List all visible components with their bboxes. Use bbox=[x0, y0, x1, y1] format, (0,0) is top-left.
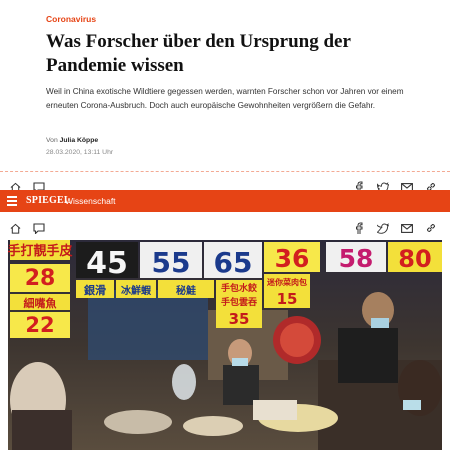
price-sign: 55 bbox=[140, 242, 202, 279]
price-sign: 手打靚手皮 bbox=[8, 240, 73, 260]
price-sign: 手包雲吞 bbox=[216, 294, 262, 308]
price-sign: 手包水餃 bbox=[216, 280, 262, 294]
sticky-navbar: SPIEGEL Wissenschaft bbox=[0, 190, 450, 212]
share-toolbar bbox=[0, 218, 450, 238]
price-sign: 冰鮮蝦 bbox=[116, 280, 156, 298]
twitter-icon[interactable] bbox=[376, 221, 390, 235]
price-sign: 15 bbox=[264, 288, 310, 308]
sign-text: 銀滑 bbox=[84, 283, 106, 297]
price-sign: 迷你菜肉包 bbox=[264, 274, 310, 288]
publish-date: 28.03.2020, 13:11 Uhr bbox=[46, 149, 114, 156]
byline: Von Julia Köppe bbox=[46, 137, 98, 144]
sign-text: 58 bbox=[339, 244, 374, 273]
article-teaser: Weil in China exotische Wildtiere gegess… bbox=[46, 87, 404, 110]
sign-text: 55 bbox=[152, 246, 191, 279]
sign-text: 秘鮭 bbox=[176, 284, 196, 297]
sign-text: 36 bbox=[275, 244, 310, 273]
price-sign: 36 bbox=[264, 242, 320, 273]
sign-text: 45 bbox=[86, 246, 128, 281]
sign-text: 65 bbox=[214, 246, 253, 279]
author-link[interactable]: Julia Köppe bbox=[60, 137, 99, 144]
sign-text: 手包水餃 bbox=[221, 282, 258, 294]
facebook-icon[interactable] bbox=[352, 221, 366, 235]
price-sign: 細嘴魚 bbox=[10, 294, 70, 310]
sign-text: 迷你菜肉包 bbox=[266, 277, 307, 287]
article-photo[interactable]: 手打靚手皮 28 細嘴魚 22 45 銀滑 55 秘鮭 冰鮮蝦 65 手包水餃 … bbox=[8, 240, 442, 450]
byline-prefix: Von bbox=[46, 137, 58, 144]
divider bbox=[0, 171, 450, 172]
section-link[interactable]: Wissenschaft bbox=[65, 196, 116, 206]
price-sign: 22 bbox=[10, 312, 70, 338]
price-sign: 45 bbox=[76, 242, 138, 281]
sign-text: 細嘴魚 bbox=[24, 296, 57, 310]
price-sign: 秘鮭 bbox=[158, 280, 214, 298]
sign-text: 28 bbox=[25, 266, 56, 291]
price-sign: 80 bbox=[388, 242, 442, 273]
home-icon[interactable] bbox=[8, 221, 22, 235]
sign-text: 手包雲吞 bbox=[221, 296, 257, 308]
menu-icon[interactable] bbox=[7, 196, 17, 206]
price-sign: 35 bbox=[216, 308, 262, 328]
sign-text: 80 bbox=[398, 245, 431, 273]
price-sign: 銀滑 bbox=[76, 280, 114, 298]
comment-icon[interactable] bbox=[32, 221, 46, 235]
article-headline: Was Forscher über den Ursprung der Pande… bbox=[46, 31, 351, 76]
price-sign: 28 bbox=[10, 264, 70, 292]
sign-text: 35 bbox=[229, 310, 250, 328]
sign-text: 22 bbox=[25, 313, 54, 337]
email-icon[interactable] bbox=[400, 221, 414, 235]
article-kicker[interactable]: Coronavirus bbox=[46, 14, 96, 24]
price-sign: 58 bbox=[326, 242, 386, 273]
price-sign: 65 bbox=[204, 242, 262, 279]
sign-text: 手打靚手皮 bbox=[8, 243, 73, 259]
link-icon[interactable] bbox=[424, 221, 438, 235]
sign-text: 15 bbox=[277, 290, 298, 308]
sign-text: 冰鮮蝦 bbox=[121, 284, 152, 297]
